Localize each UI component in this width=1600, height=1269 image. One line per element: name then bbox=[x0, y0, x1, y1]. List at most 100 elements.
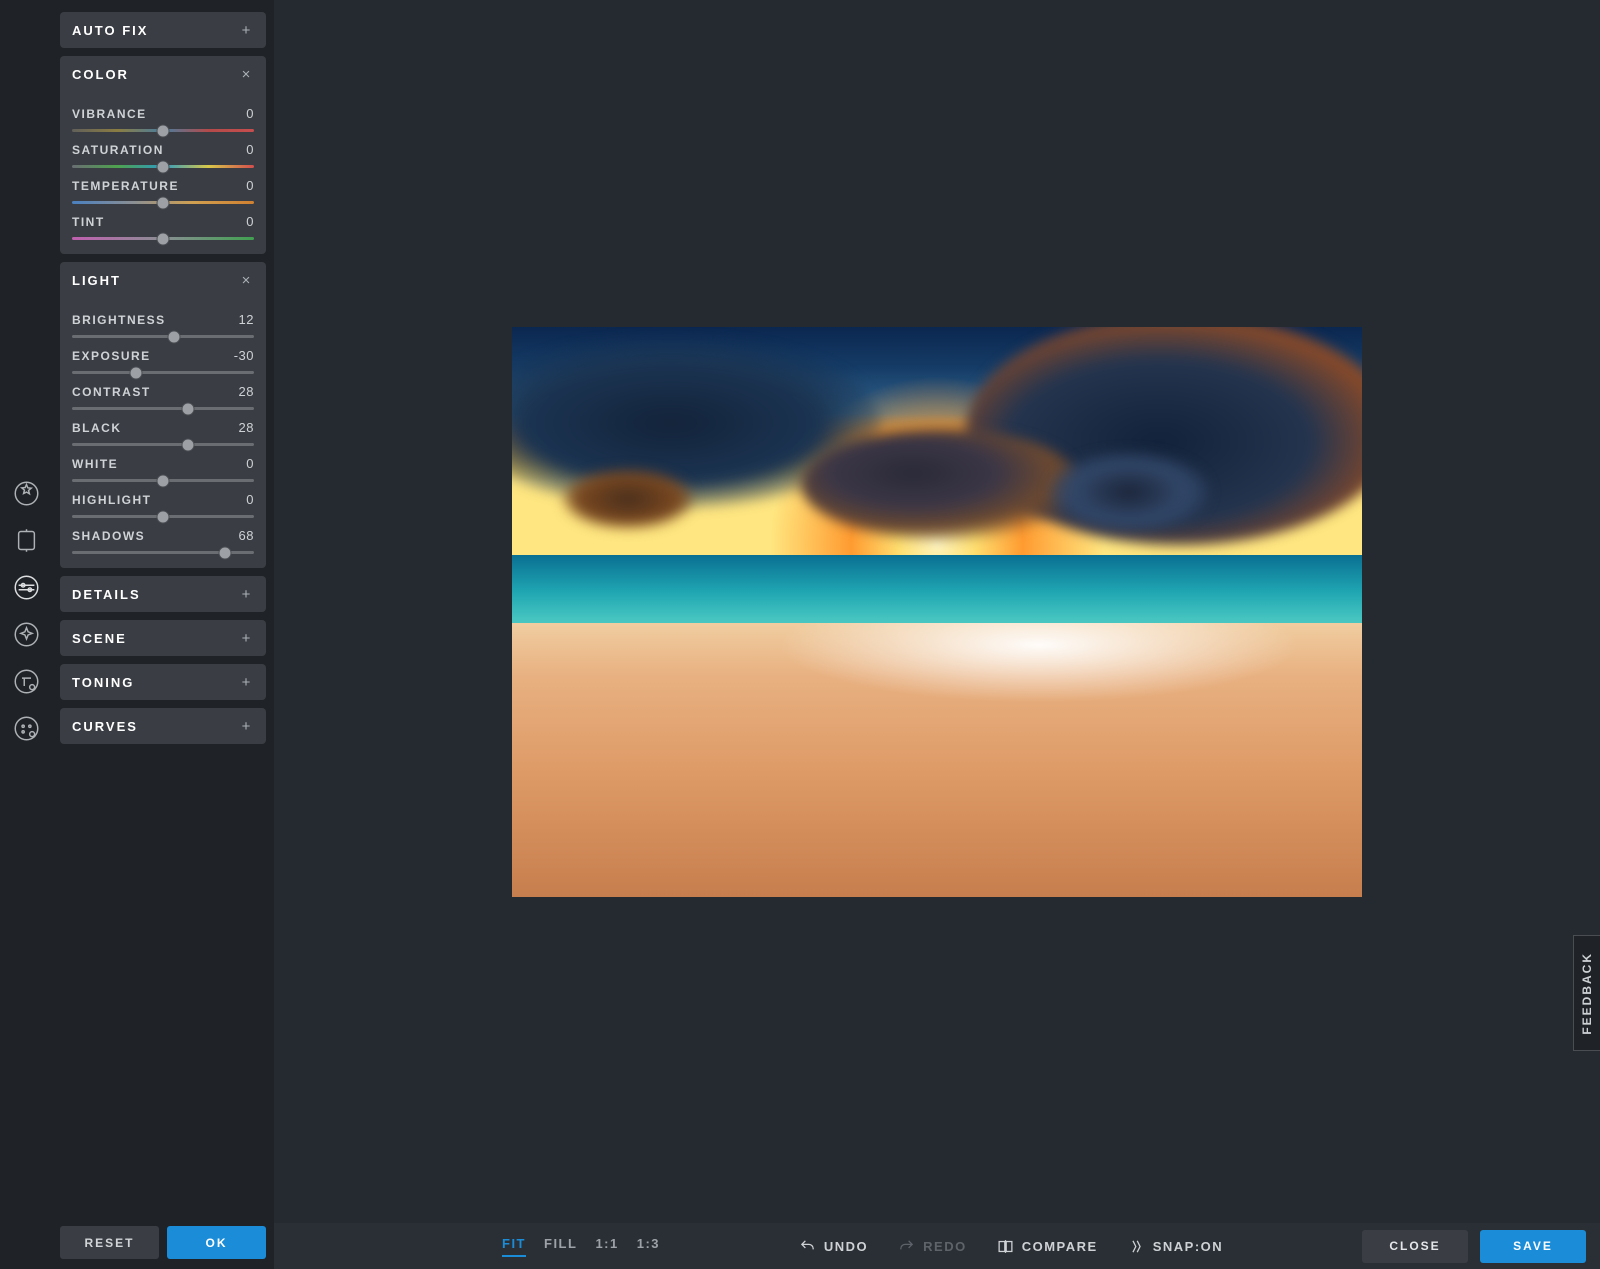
slider-thumb[interactable] bbox=[157, 124, 170, 137]
slider-thumb[interactable] bbox=[182, 438, 195, 451]
close-icon[interactable]: × bbox=[238, 272, 254, 289]
undo-icon bbox=[799, 1238, 816, 1255]
panel-scene-header[interactable]: SCENE + bbox=[60, 620, 266, 656]
slider-tint: TINT0 bbox=[72, 214, 254, 240]
tool-rail bbox=[0, 0, 52, 1269]
slider-track[interactable] bbox=[72, 515, 254, 518]
app-root: AUTO FIX + COLOR × VIBRANCE0SATURATION0T… bbox=[0, 0, 1600, 1269]
slider-label: HIGHLIGHT bbox=[72, 493, 152, 507]
auto-icon[interactable] bbox=[13, 480, 40, 507]
slider-thumb[interactable] bbox=[129, 366, 142, 379]
panel-light-header[interactable]: LIGHT × bbox=[60, 262, 266, 298]
panel-scene: SCENE + bbox=[60, 620, 266, 656]
slider-thumb[interactable] bbox=[157, 196, 170, 209]
slider-exposure: EXPOSURE-30 bbox=[72, 348, 254, 374]
effects-icon[interactable] bbox=[13, 621, 40, 648]
panel-color-title: COLOR bbox=[72, 67, 129, 82]
slider-thumb[interactable] bbox=[157, 232, 170, 245]
zoom-fit[interactable]: FIT bbox=[502, 1236, 526, 1257]
canvas-area: FIT FILL 1:1 1:3 UNDO REDO COMPARE bbox=[274, 0, 1600, 1269]
slider-value: 0 bbox=[246, 106, 254, 121]
expand-icon[interactable]: + bbox=[238, 674, 254, 691]
snap-label: SNAP:ON bbox=[1153, 1239, 1223, 1254]
slider-label: BRIGHTNESS bbox=[72, 313, 166, 327]
feedback-label: FEEDBACK bbox=[1580, 952, 1594, 1035]
slider-thumb[interactable] bbox=[157, 510, 170, 523]
panel-footer: RESET OK bbox=[60, 1216, 266, 1259]
expand-icon[interactable]: + bbox=[238, 718, 254, 735]
slider-track[interactable] bbox=[72, 371, 254, 374]
panel-curves-header[interactable]: CURVES + bbox=[60, 708, 266, 744]
panel-autofix-title: AUTO FIX bbox=[72, 23, 148, 38]
expand-icon[interactable]: + bbox=[238, 22, 254, 39]
slider-brightness: BRIGHTNESS 12 bbox=[72, 312, 254, 338]
draw-icon[interactable] bbox=[13, 715, 40, 742]
slider-value: 28 bbox=[239, 384, 254, 399]
slider-thumb[interactable] bbox=[157, 160, 170, 173]
panel-curves-title: CURVES bbox=[72, 719, 138, 734]
close-button[interactable]: CLOSE bbox=[1362, 1230, 1468, 1263]
slider-thumb[interactable] bbox=[167, 330, 180, 343]
ok-button[interactable]: OK bbox=[167, 1226, 266, 1259]
image-preview bbox=[512, 327, 1362, 897]
slider-track[interactable] bbox=[72, 237, 254, 240]
crop-icon[interactable] bbox=[13, 527, 40, 554]
slider-contrast: CONTRAST28 bbox=[72, 384, 254, 410]
redo-icon bbox=[898, 1238, 915, 1255]
undo-button[interactable]: UNDO bbox=[799, 1238, 868, 1255]
close-icon[interactable]: × bbox=[238, 66, 254, 83]
redo-button: REDO bbox=[898, 1238, 967, 1255]
expand-icon[interactable]: + bbox=[238, 630, 254, 647]
zoom-group: FIT FILL 1:1 1:3 bbox=[502, 1236, 660, 1257]
slider-track[interactable] bbox=[72, 479, 254, 482]
panel-light-body: BRIGHTNESS 12 EXPOSURE-30 CONTRAST28 BLACK28… bbox=[60, 298, 266, 568]
reset-button[interactable]: RESET bbox=[60, 1226, 159, 1259]
compare-label: COMPARE bbox=[1022, 1239, 1098, 1254]
slider-value: 0 bbox=[246, 142, 254, 157]
slider-value: 68 bbox=[239, 528, 254, 543]
slider-track[interactable] bbox=[72, 443, 254, 446]
bottom-bar: FIT FILL 1:1 1:3 UNDO REDO COMPARE bbox=[274, 1223, 1600, 1269]
slider-thumb[interactable] bbox=[182, 402, 195, 415]
slider-shadows: SHADOWS68 bbox=[72, 528, 254, 554]
panel-light: LIGHT × BRIGHTNESS 12 EXPOSURE-30 CONTRAST2… bbox=[60, 262, 266, 568]
slider-value: 28 bbox=[239, 420, 254, 435]
slider-value: 0 bbox=[246, 178, 254, 193]
history-group: UNDO REDO COMPARE SNAP:ON bbox=[799, 1238, 1223, 1255]
slider-track[interactable] bbox=[72, 201, 254, 204]
slider-track[interactable] bbox=[72, 551, 254, 554]
panel-toning-header[interactable]: TONING + bbox=[60, 664, 266, 700]
slider-track[interactable] bbox=[72, 165, 254, 168]
panel-details-header[interactable]: DETAILS + bbox=[60, 576, 266, 612]
slider-thumb[interactable] bbox=[218, 546, 231, 559]
slider-track[interactable] bbox=[72, 335, 254, 338]
panel-light-title: LIGHT bbox=[72, 273, 121, 288]
expand-icon[interactable]: + bbox=[238, 586, 254, 603]
slider-track[interactable] bbox=[72, 129, 254, 132]
panel-color: COLOR × VIBRANCE0SATURATION0TEMPERATURE0… bbox=[60, 56, 266, 254]
zoom-1-3[interactable]: 1:3 bbox=[637, 1236, 660, 1257]
slider-track[interactable] bbox=[72, 407, 254, 410]
slider-label: SATURATION bbox=[72, 143, 164, 157]
adjust-icon[interactable] bbox=[13, 574, 40, 601]
slider-label: TINT bbox=[72, 215, 105, 229]
snap-icon bbox=[1128, 1238, 1145, 1255]
panel-column: AUTO FIX + COLOR × VIBRANCE0SATURATION0T… bbox=[52, 0, 274, 1269]
save-button[interactable]: SAVE bbox=[1480, 1230, 1586, 1263]
slider-value: 12 bbox=[239, 312, 254, 327]
redo-label: REDO bbox=[923, 1239, 967, 1254]
zoom-fill[interactable]: FILL bbox=[544, 1236, 577, 1257]
slider-black: BLACK28 bbox=[72, 420, 254, 446]
text-icon[interactable] bbox=[13, 668, 40, 695]
slider-value: 0 bbox=[246, 456, 254, 471]
slider-thumb[interactable] bbox=[157, 474, 170, 487]
image-viewport[interactable] bbox=[274, 0, 1600, 1223]
compare-icon bbox=[997, 1238, 1014, 1255]
feedback-tab[interactable]: FEEDBACK bbox=[1573, 935, 1600, 1052]
compare-button[interactable]: COMPARE bbox=[997, 1238, 1098, 1255]
panel-autofix-header[interactable]: AUTO FIX + bbox=[60, 12, 266, 48]
panel-color-header[interactable]: COLOR × bbox=[60, 56, 266, 92]
zoom-1-1[interactable]: 1:1 bbox=[595, 1236, 618, 1257]
snap-button[interactable]: SNAP:ON bbox=[1128, 1238, 1223, 1255]
panel-scene-title: SCENE bbox=[72, 631, 127, 646]
